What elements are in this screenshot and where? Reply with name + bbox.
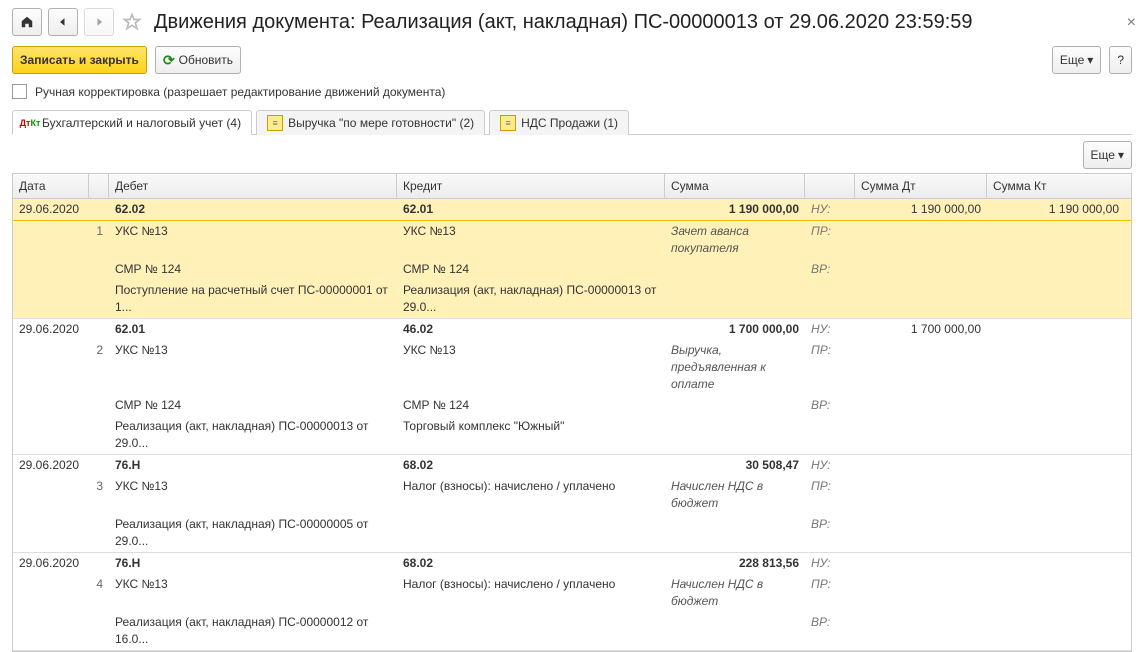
manual-correction-row: Ручная корректировка (разрешает редактир… bbox=[12, 84, 1132, 99]
table-row[interactable]: 29.06.202076.Н68.02228 813,56НУ:4УКС №13… bbox=[13, 553, 1131, 651]
close-button[interactable]: × bbox=[1127, 14, 1136, 32]
back-button[interactable] bbox=[48, 8, 78, 36]
cell-comment: Начислен НДС в бюджет bbox=[665, 476, 805, 514]
tabs-bar: ДтКт Бухгалтерский и налоговый учет (4) … bbox=[12, 109, 1132, 135]
forward-button[interactable] bbox=[84, 8, 114, 36]
cell-sum: 228 813,56 bbox=[665, 553, 805, 574]
cell-date: 29.06.2020 bbox=[13, 455, 89, 476]
cell-row-num: 2 bbox=[89, 340, 109, 395]
favorite-star-icon[interactable] bbox=[120, 10, 144, 34]
tag-vr: ВР: bbox=[805, 612, 855, 650]
register-icon: ≡ bbox=[500, 115, 516, 131]
page-title: Движения документа: Реализация (акт, нак… bbox=[154, 11, 973, 34]
cell-credit-acc: 46.02 bbox=[397, 319, 665, 340]
cell-credit-acc: 68.02 bbox=[397, 455, 665, 476]
cell-debit-acc: 76.Н bbox=[109, 553, 397, 574]
col-tag[interactable] bbox=[805, 174, 855, 198]
grid-more-button[interactable]: Еще▾ bbox=[1083, 141, 1132, 169]
col-sum-dt[interactable]: Сумма Дт bbox=[855, 174, 987, 198]
action-toolbar: Записать и закрыть ⟳Обновить Еще▾ ? bbox=[12, 46, 1132, 74]
chevron-down-icon: ▾ bbox=[1118, 148, 1124, 162]
cell-row-num: 1 bbox=[89, 221, 109, 259]
cell-kt bbox=[987, 553, 1125, 574]
cell-row-num: 4 bbox=[89, 574, 109, 612]
tag-pr: ПР: bbox=[805, 476, 855, 514]
col-sum-kt[interactable]: Сумма Кт bbox=[987, 174, 1125, 198]
cell-date: 29.06.2020 bbox=[13, 319, 89, 340]
cell-credit-acc: 68.02 bbox=[397, 553, 665, 574]
arrow-left-icon bbox=[56, 16, 70, 28]
cell-debit-acc: 76.Н bbox=[109, 455, 397, 476]
tag-vr: ВР: bbox=[805, 395, 855, 416]
tag-nu: НУ: bbox=[805, 319, 855, 340]
manual-correction-label: Ручная корректировка (разрешает редактир… bbox=[35, 85, 445, 99]
tab-vat[interactable]: ≡ НДС Продажи (1) bbox=[489, 110, 629, 135]
cell-kt: 1 190 000,00 bbox=[987, 199, 1125, 220]
table-row[interactable]: 29.06.202062.0146.021 700 000,00НУ:1 700… bbox=[13, 319, 1131, 455]
postings-grid: Дата Дебет Кредит Сумма Сумма Дт Сумма К… bbox=[12, 173, 1132, 652]
cell-kt bbox=[987, 455, 1125, 476]
tab-accounting[interactable]: ДтКт Бухгалтерский и налоговый учет (4) bbox=[12, 110, 252, 135]
cell-kt bbox=[987, 319, 1125, 340]
manual-correction-checkbox[interactable] bbox=[12, 84, 27, 99]
cell-date: 29.06.2020 bbox=[13, 199, 89, 220]
cell-dt: 1 190 000,00 bbox=[855, 199, 987, 220]
refresh-icon: ⟳ bbox=[163, 52, 175, 69]
cell-comment: Зачет аванса покупателя bbox=[665, 221, 805, 259]
arrow-right-icon bbox=[92, 16, 106, 28]
cell-comment: Выручка, предъявленная к оплате bbox=[665, 340, 805, 395]
cell-dt bbox=[855, 553, 987, 574]
cell-dt bbox=[855, 455, 987, 476]
refresh-button[interactable]: ⟳Обновить bbox=[155, 46, 241, 74]
cell-debit-acc: 62.02 bbox=[109, 199, 397, 220]
table-row[interactable]: 29.06.202062.0262.011 190 000,00НУ:1 190… bbox=[13, 199, 1131, 319]
tag-vr: ВР: bbox=[805, 259, 855, 280]
tag-nu: НУ: bbox=[805, 199, 855, 220]
tag-pr: ПР: bbox=[805, 574, 855, 612]
home-button[interactable] bbox=[12, 8, 42, 36]
top-toolbar: Движения документа: Реализация (акт, нак… bbox=[12, 8, 1132, 36]
tag-nu: НУ: bbox=[805, 455, 855, 476]
cell-date: 29.06.2020 bbox=[13, 553, 89, 574]
tag-pr: ПР: bbox=[805, 340, 855, 395]
save-close-button[interactable]: Записать и закрыть bbox=[12, 46, 147, 74]
tag-vr: ВР: bbox=[805, 514, 855, 552]
cell-row-num: 3 bbox=[89, 476, 109, 514]
tab-revenue[interactable]: ≡ Выручка "по мере готовности" (2) bbox=[256, 110, 485, 135]
cell-sum: 1 190 000,00 bbox=[665, 199, 805, 220]
cell-comment: Начислен НДС в бюджет bbox=[665, 574, 805, 612]
tag-nu: НУ: bbox=[805, 553, 855, 574]
col-num[interactable] bbox=[89, 174, 109, 198]
col-debit[interactable]: Дебет bbox=[109, 174, 397, 198]
dt-kt-icon: ДтКт bbox=[23, 116, 37, 130]
table-row[interactable]: 29.06.202076.Н68.0230 508,47НУ:3УКС №13Н… bbox=[13, 455, 1131, 553]
cell-sum: 1 700 000,00 bbox=[665, 319, 805, 340]
tag-pr: ПР: bbox=[805, 221, 855, 259]
more-button[interactable]: Еще▾ bbox=[1052, 46, 1101, 74]
col-date[interactable]: Дата bbox=[13, 174, 89, 198]
col-credit[interactable]: Кредит bbox=[397, 174, 665, 198]
help-button[interactable]: ? bbox=[1109, 46, 1132, 74]
col-sum[interactable]: Сумма bbox=[665, 174, 805, 198]
grid-header: Дата Дебет Кредит Сумма Сумма Дт Сумма К… bbox=[13, 174, 1131, 199]
chevron-down-icon: ▾ bbox=[1087, 53, 1093, 67]
cell-debit-acc: 62.01 bbox=[109, 319, 397, 340]
cell-credit-acc: 62.01 bbox=[397, 199, 665, 220]
cell-sum: 30 508,47 bbox=[665, 455, 805, 476]
home-icon bbox=[20, 15, 34, 29]
register-icon: ≡ bbox=[267, 115, 283, 131]
cell-dt: 1 700 000,00 bbox=[855, 319, 987, 340]
